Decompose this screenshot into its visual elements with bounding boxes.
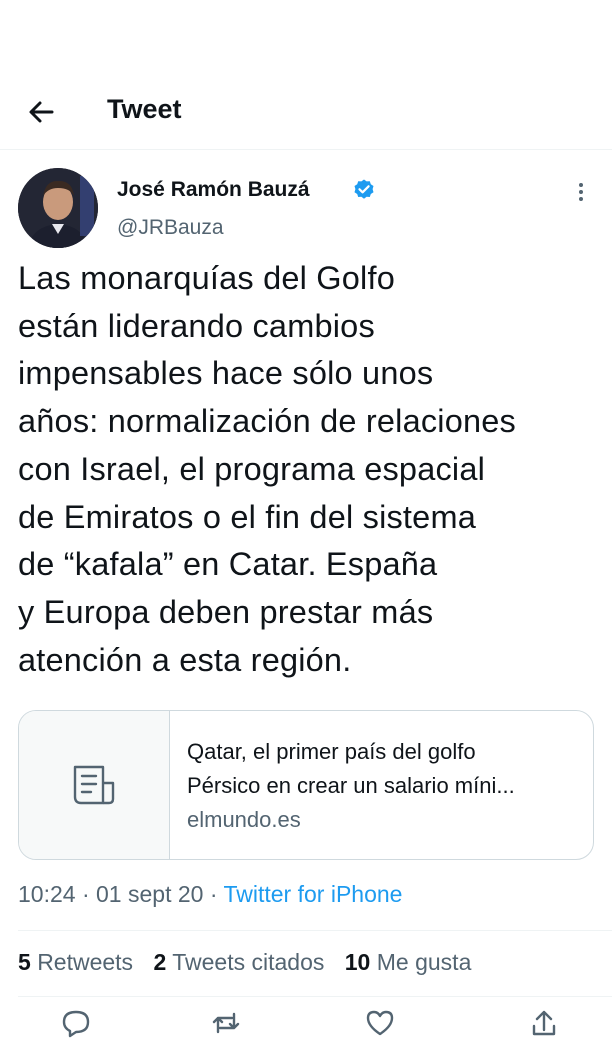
retweets-stat[interactable]: 5 Retweets [18,946,133,978]
action-bar [0,1008,612,1038]
quote-tweets-count: 2 [153,949,167,975]
quote-tweets-label: Tweets citados [172,949,325,975]
tweet-source-link[interactable]: Twitter for iPhone [223,881,402,907]
tweet-time: 10:24 [18,881,76,907]
reply-button[interactable] [58,1008,94,1038]
verified-badge-icon [352,178,376,202]
link-card[interactable]: Qatar, el primer país del golfo Pérsico … [18,710,594,860]
tweet-stats: 5 Retweets 2 Tweets citados 10 Me gusta [18,946,485,978]
tweet-date: 01 sept 20 [96,881,204,907]
author-name[interactable]: José Ramón Bauzá [117,176,310,204]
arrow-left-icon [29,101,54,123]
top-bar: Tweet [0,70,612,150]
share-button[interactable] [526,1008,562,1038]
heart-icon [366,1010,394,1036]
divider [18,930,612,931]
likes-count: 10 [344,949,371,975]
meta-separator: · [209,881,218,907]
link-card-domain: elmundo.es [187,807,301,832]
link-card-title-line-1: Qatar, el primer país del golfo [187,739,476,764]
link-card-thumbnail [19,711,170,859]
retweet-icon [212,1012,240,1034]
divider [18,996,612,997]
quote-tweets-stat[interactable]: 2 Tweets citados [153,946,324,978]
like-button[interactable] [362,1008,398,1038]
likes-label: Me gusta [376,949,472,975]
meta-separator: · [81,881,90,907]
retweets-count: 5 [18,949,31,975]
likes-stat[interactable]: 10 Me gusta [345,946,472,978]
tweet-text: Las monarquías del Golfo están liderando… [18,260,516,678]
link-card-title-line-2: Pérsico en crear un salario míni... [187,773,515,798]
retweet-button[interactable] [208,1008,244,1038]
reply-icon [62,1010,90,1038]
article-icon [73,765,115,805]
back-button[interactable] [22,92,62,132]
author-handle[interactable]: @JRBauza [117,214,224,242]
retweets-label: Retweets [37,949,134,975]
more-options-button[interactable] [566,178,596,208]
link-card-title: Qatar, el primer país del golfo Pérsico … [187,735,582,803]
more-vertical-icon [579,183,583,201]
page-title: Tweet [107,94,182,124]
tweet-metadata: 10:24 · 01 sept 20 · Twitter for iPhone [18,878,402,910]
avatar-photo [18,168,98,248]
share-icon [532,1010,556,1036]
link-card-body: Qatar, el primer país del golfo Pérsico … [187,735,582,837]
avatar[interactable] [18,168,98,248]
